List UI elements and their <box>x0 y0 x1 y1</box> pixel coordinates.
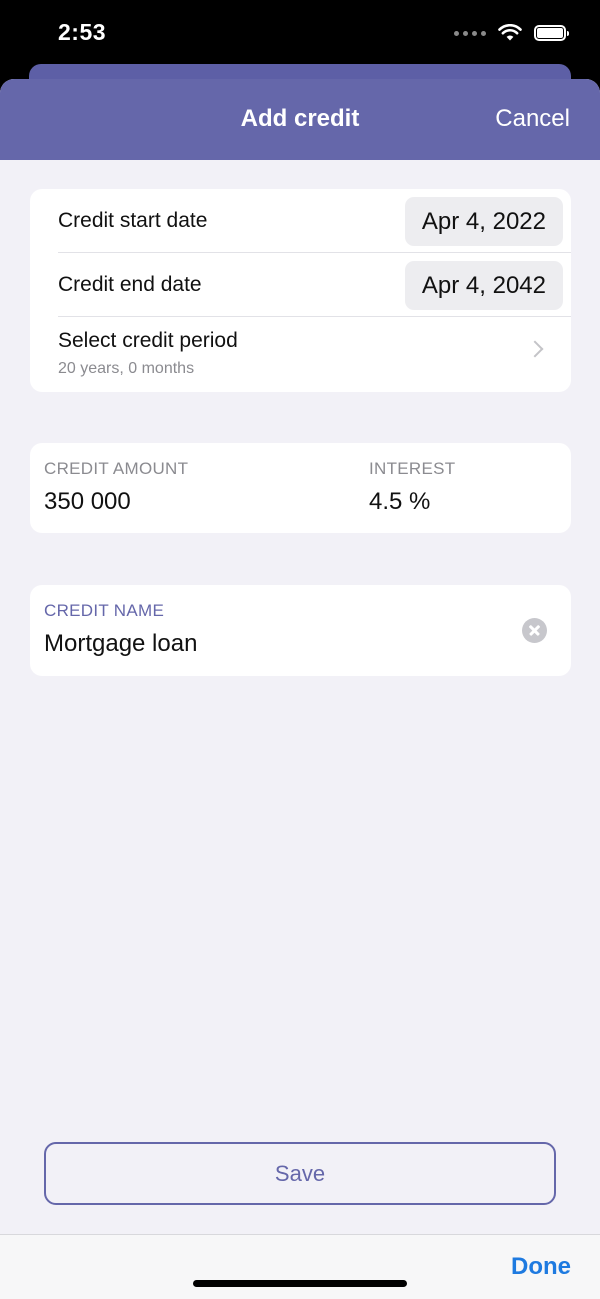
wifi-icon <box>498 24 522 41</box>
period-label: Select credit period <box>58 329 238 352</box>
keyboard-toolbar: Done <box>0 1234 600 1299</box>
credit-name-input[interactable]: Mortgage loan <box>44 630 197 658</box>
period-value: 20 years, 0 months <box>58 360 195 377</box>
interest-input[interactable]: 4.5 % <box>369 488 455 516</box>
start-date-row: Credit start date Apr 4, 2022 <box>58 189 571 253</box>
clear-text-icon[interactable] <box>522 618 547 643</box>
credit-amount-label: CREDIT AMOUNT <box>44 459 189 478</box>
add-credit-sheet: Add credit Cancel Credit start date Apr … <box>0 79 600 1299</box>
battery-icon <box>534 25 569 41</box>
start-date-label: Credit start date <box>58 209 208 232</box>
credit-amount-field[interactable]: CREDIT AMOUNT 350 000 <box>44 459 188 516</box>
end-date-picker[interactable]: Apr 4, 2042 <box>404 261 563 310</box>
chevron-right-icon <box>526 340 544 358</box>
home-indicator <box>193 1280 407 1287</box>
credit-amount-input[interactable]: 350 000 <box>44 488 188 516</box>
credit-name-label: CREDIT NAME <box>44 601 165 620</box>
select-credit-period-row[interactable]: Select credit period 20 years, 0 months <box>58 317 571 391</box>
end-date-row: Credit end date Apr 4, 2042 <box>58 253 571 317</box>
done-button[interactable]: Done <box>511 1253 571 1281</box>
signal-dots-icon <box>454 30 486 36</box>
credit-name-field[interactable]: CREDIT NAME Mortgage loan <box>44 601 197 658</box>
cancel-button[interactable]: Cancel <box>495 105 570 133</box>
amount-card: CREDIT AMOUNT 350 000 INTEREST 4.5 % <box>30 443 571 533</box>
screen: 2:53 Add credit Cancel Credit start date… <box>0 0 600 1299</box>
nav-bar: Add credit Cancel <box>0 79 600 160</box>
interest-field[interactable]: INTEREST 4.5 % <box>369 459 455 516</box>
start-date-picker[interactable]: Apr 4, 2022 <box>404 197 563 246</box>
status-bar: 2:53 <box>0 0 600 64</box>
end-date-label: Credit end date <box>58 273 202 296</box>
save-button[interactable]: Save <box>44 1142 556 1205</box>
credit-name-card: CREDIT NAME Mortgage loan <box>30 585 571 676</box>
interest-label: INTEREST <box>369 459 456 478</box>
status-time: 2:53 <box>58 19 107 45</box>
dates-card: Credit start date Apr 4, 2022 Credit end… <box>30 189 571 392</box>
status-icons <box>454 22 569 44</box>
